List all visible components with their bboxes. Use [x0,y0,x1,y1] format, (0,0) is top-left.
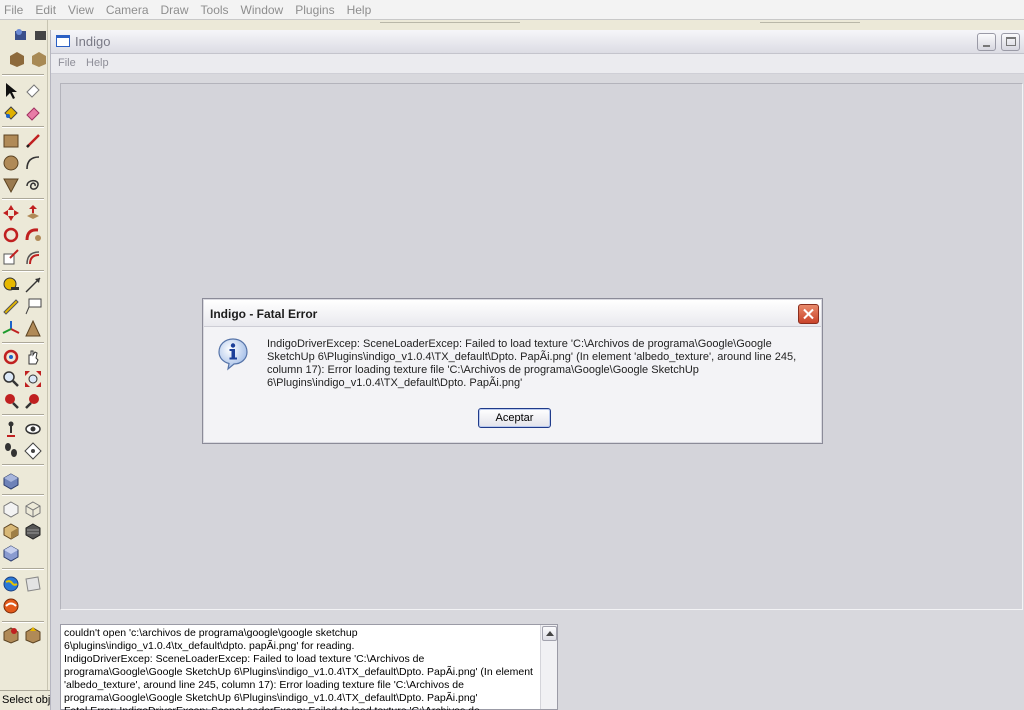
orbit-icon[interactable] [2,348,20,366]
plugin-icon[interactable] [24,626,42,644]
previous-view-icon[interactable] [2,392,20,410]
component-icon[interactable] [32,26,50,44]
dimension-icon[interactable] [24,276,42,294]
next-view-icon[interactable] [24,392,42,410]
maximize-button[interactable] [1001,33,1020,51]
select-icon[interactable] [2,82,20,100]
host-menu-view[interactable]: View [62,0,100,20]
palette-separator [2,464,44,466]
shaded-icon[interactable] [2,522,20,540]
cube-icon[interactable] [2,544,20,562]
palette-separator [2,126,44,128]
maximize-icon [1006,37,1016,46]
indigo-menu-file[interactable]: File [58,57,76,69]
erase-tool-icon[interactable] [24,104,42,122]
offset-icon[interactable] [24,248,42,266]
position-camera-icon[interactable] [2,420,20,438]
circle-icon[interactable] [2,154,20,172]
palette-separator [2,198,44,200]
dialog-titlebar[interactable]: Indigo - Fatal Error [204,300,821,327]
photo-icon[interactable] [24,575,42,593]
palette-separator [2,494,44,496]
scale-icon[interactable] [2,248,20,266]
window-icon [56,35,70,47]
host-menu-edit[interactable]: Edit [29,0,62,20]
host-menu-plugins[interactable]: Plugins [289,0,340,20]
section-plane-icon[interactable] [24,442,42,460]
indigo-menu-help[interactable]: Help [86,57,109,69]
render-icon[interactable] [2,597,20,615]
dialog-close-button[interactable] [798,304,819,324]
toolbar-divider [380,22,520,25]
textured-icon[interactable] [24,522,42,540]
move-icon[interactable] [2,204,20,222]
text-icon[interactable] [24,298,42,316]
log-pane[interactable]: couldn't open 'c:\archivos de programa\g… [60,624,558,710]
palette-separator [2,74,44,76]
host-menubar: File Edit View Camera Draw Tools Window … [0,0,1024,20]
host-menu-tools[interactable]: Tools [195,0,235,20]
pan-icon[interactable] [24,348,42,366]
look-around-icon[interactable] [24,420,42,438]
info-icon [218,338,248,371]
walk-icon[interactable] [2,442,20,460]
wireframe-icon[interactable] [24,500,42,518]
palette-separator [2,568,44,570]
host-menu-camera[interactable]: Camera [100,0,155,20]
select-icon[interactable] [12,26,30,44]
tape-measure-icon[interactable] [2,276,20,294]
indigo-menubar: File Help [51,54,1024,74]
zoom-icon[interactable] [2,370,20,388]
toolbar-divider [760,22,860,25]
freehand-icon[interactable] [24,176,42,194]
component-icon[interactable] [2,626,20,644]
error-dialog: Indigo - Fatal Error IndigoDriverExcep: … [202,298,823,444]
plugin-icon[interactable] [8,50,26,68]
window-title: Indigo [75,34,111,49]
tool-palette [0,20,48,690]
axes-icon[interactable] [2,320,20,338]
close-icon [803,308,814,320]
rectangle-icon[interactable] [2,132,20,150]
palette-separator [2,342,44,344]
palette-separator [2,414,44,416]
rotate-icon[interactable] [2,226,20,244]
iso-view-icon[interactable] [2,472,20,490]
protractor-icon[interactable] [2,298,20,316]
arc-icon[interactable] [24,154,42,172]
chevron-up-icon [546,631,554,636]
indigo-titlebar[interactable]: Indigo [51,30,1024,54]
log-text: couldn't open 'c:\archivos de programa\g… [64,627,533,710]
pencil-icon[interactable] [24,132,42,150]
zoom-extents-icon[interactable] [24,370,42,388]
host-menu-help[interactable]: Help [341,0,378,20]
dialog-title: Indigo - Fatal Error [210,307,318,321]
host-menu-window[interactable]: Window [235,0,290,20]
polygon-icon[interactable] [2,176,20,194]
palette-separator [2,270,44,272]
cube-icon[interactable] [30,50,48,68]
palette-separator [2,621,44,623]
log-scrollbar[interactable] [540,625,557,709]
globe-icon[interactable] [2,575,20,593]
host-menu-draw[interactable]: Draw [155,0,195,20]
minimize-icon [983,45,990,47]
push-pull-icon[interactable] [24,204,42,222]
ok-button[interactable]: Aceptar [478,408,551,428]
host-toolbar-strip [0,20,1024,28]
dialog-message: IndigoDriverExcep: SceneLoaderExcep: Fai… [267,338,797,389]
3d-text-icon[interactable] [24,320,42,338]
host-menu-file[interactable]: File [0,0,29,20]
eraser-icon[interactable] [24,82,42,100]
follow-me-icon[interactable] [24,226,42,244]
minimize-button[interactable] [977,33,996,51]
dialog-body: IndigoDriverExcep: SceneLoaderExcep: Fai… [204,328,821,441]
paint-bucket-icon[interactable] [2,104,20,122]
scroll-up-button[interactable] [542,626,557,641]
xray-icon[interactable] [2,500,20,518]
